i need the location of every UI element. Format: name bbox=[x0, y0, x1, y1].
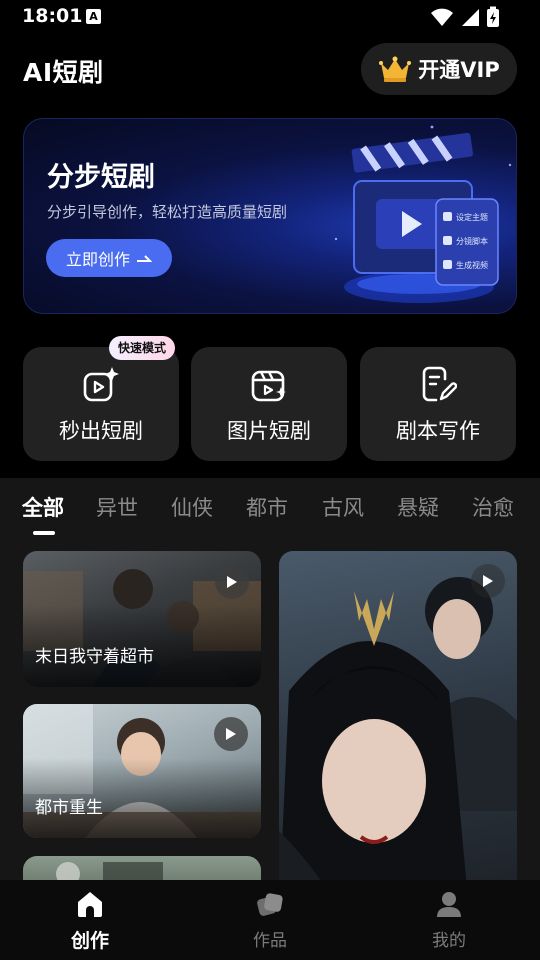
battery-charging-icon bbox=[487, 6, 499, 27]
user-icon bbox=[437, 892, 461, 917]
quick-action-image-drama[interactable]: 图片短剧 bbox=[191, 347, 347, 461]
banner-subtitle: 分步引导创作，轻松打造高质量短剧 bbox=[47, 203, 288, 221]
category-tabs: 全部 异世 仙侠 都市 古风 悬疑 治愈 bbox=[0, 492, 540, 532]
banner-title: 分步短剧 bbox=[47, 162, 155, 193]
tab-otherworld[interactable]: 异世 bbox=[96, 492, 138, 522]
quick-action-label: 剧本写作 bbox=[396, 419, 480, 443]
status-icons bbox=[430, 6, 500, 28]
bottom-nav: 创作 作品 我的 bbox=[0, 880, 540, 960]
play-button[interactable] bbox=[471, 564, 505, 598]
status-time: 18:01 bbox=[22, 5, 83, 27]
image-film-icon bbox=[251, 370, 286, 402]
tab-mystery[interactable]: 悬疑 bbox=[397, 492, 439, 522]
play-button[interactable] bbox=[215, 565, 249, 599]
tab-healing[interactable]: 治愈 bbox=[472, 492, 514, 522]
script-edit-icon bbox=[422, 366, 457, 402]
signal-icon bbox=[462, 9, 479, 26]
vip-label: 开通VIP bbox=[418, 58, 500, 82]
video-sparkle-icon bbox=[83, 367, 119, 402]
notification-a-icon: A bbox=[86, 9, 101, 24]
nav-label: 作品 bbox=[253, 931, 287, 951]
create-now-label: 立即创作 bbox=[65, 250, 130, 269]
status-bar: 18:01 A bbox=[0, 0, 540, 34]
panel-item-3: 生成视频 bbox=[456, 260, 488, 270]
feed-card[interactable]: 都市重生 bbox=[23, 704, 261, 838]
active-tab-indicator bbox=[33, 531, 55, 535]
quick-action-script-writing[interactable]: 剧本写作 bbox=[360, 347, 516, 461]
nav-label: 创作 bbox=[70, 930, 109, 952]
tab-all[interactable]: 全部 bbox=[22, 492, 64, 522]
open-vip-button[interactable]: 开通VIP bbox=[361, 43, 517, 95]
works-icon bbox=[257, 893, 283, 916]
play-icon bbox=[226, 728, 236, 740]
nav-works[interactable]: 作品 bbox=[210, 890, 330, 951]
nav-label: 我的 bbox=[432, 931, 466, 951]
card-thumbnail bbox=[279, 577, 517, 880]
content-area: 全部 异世 仙侠 都市 古风 悬疑 治愈 末日我守着超市 都市重生 bbox=[0, 478, 540, 880]
crown-icon bbox=[379, 56, 412, 82]
card-title: 末日我守着超市 bbox=[35, 647, 154, 667]
play-button[interactable] bbox=[214, 717, 248, 751]
card-thumbnail bbox=[56, 862, 163, 880]
card-title: 都市重生 bbox=[35, 798, 103, 818]
play-icon bbox=[227, 576, 237, 588]
arrow-icon bbox=[137, 255, 152, 262]
wifi-icon bbox=[431, 8, 453, 26]
feed-card[interactable] bbox=[279, 551, 517, 880]
panel-item-2: 分镜脚本 bbox=[456, 236, 488, 246]
nav-profile[interactable]: 我的 bbox=[389, 890, 509, 951]
home-icon bbox=[78, 892, 102, 917]
feed-card[interactable] bbox=[23, 856, 261, 880]
feed-card[interactable]: 末日我守着超市 bbox=[23, 551, 261, 687]
quick-action-label: 图片短剧 bbox=[227, 419, 311, 443]
panel-item-1: 设定主题 bbox=[456, 212, 488, 222]
step-drama-banner[interactable]: 分步短剧 分步引导创作，轻松打造高质量短剧 立即创作 设定主题 分镜脚本 生成视… bbox=[23, 118, 517, 314]
quick-action-instant-drama[interactable]: 秒出短剧 bbox=[23, 347, 179, 461]
tab-ancient[interactable]: 古风 bbox=[322, 492, 364, 522]
nav-create[interactable]: 创作 bbox=[30, 890, 150, 953]
create-now-button[interactable]: 立即创作 bbox=[46, 239, 172, 277]
fast-mode-badge: 快速模式 bbox=[109, 336, 176, 360]
tab-urban[interactable]: 都市 bbox=[246, 492, 288, 522]
clapperboard-illustration: 设定主题 分镜脚本 生成视频 bbox=[334, 125, 512, 303]
quick-action-label: 秒出短剧 bbox=[59, 419, 143, 443]
app-title: AI短剧 bbox=[23, 58, 104, 87]
tab-xianxia[interactable]: 仙侠 bbox=[171, 492, 213, 522]
play-icon bbox=[483, 575, 493, 587]
